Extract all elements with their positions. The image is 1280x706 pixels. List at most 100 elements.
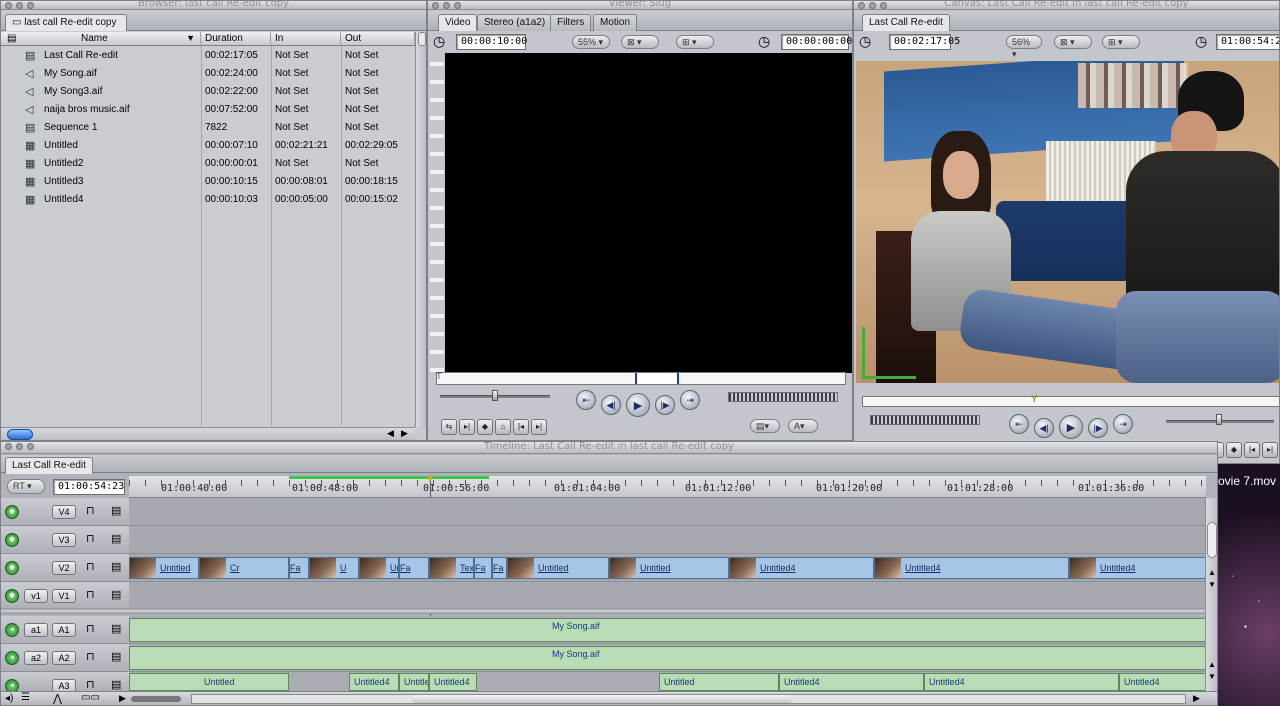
timeline-ruler[interactable]: 01:00:40:00 01:00:48:00 01:00:56:00 01:01:0…	[129, 476, 1206, 498]
canvas-prev-edit-button[interactable]: ⇤	[1009, 414, 1029, 434]
canvas-current-timecode[interactable]: 01:00:54:23	[1216, 34, 1279, 50]
browser-row[interactable]: ▤ Sequence 1 7822 Not Set Not Set	[1, 119, 413, 137]
track-content[interactable]	[129, 582, 1206, 610]
scroll-down-icon[interactable]: ▼	[1208, 672, 1216, 681]
lock-icon[interactable]: ⊓	[86, 650, 95, 663]
playhead-marker-icon[interactable]: ▼	[425, 474, 435, 485]
canvas-play-button[interactable]: ▶	[1059, 415, 1083, 439]
tab-filters[interactable]: Filters	[550, 14, 592, 31]
col-header-out[interactable]: Out	[341, 32, 415, 46]
viewer-in-button[interactable]: |◂	[513, 419, 529, 435]
viewer-current-timecode[interactable]: 00:00:00:00	[781, 34, 852, 50]
tab-video[interactable]: Video	[438, 14, 478, 31]
viewer-zoom-popup[interactable]: 55% ▾	[572, 35, 610, 49]
lock-icon[interactable]: ⊓	[86, 622, 95, 635]
viewer-play-button[interactable]: ▶	[626, 393, 650, 417]
canvas-titlebar[interactable]: Canvas: Last Call Re-edit in last call R…	[854, 1, 1279, 10]
dest-patch-v3[interactable]: V3	[52, 533, 76, 547]
auto-select-icon[interactable]: ▤	[111, 678, 121, 691]
dest-patch-v4[interactable]: V4	[52, 505, 76, 519]
timeline-vscroll[interactable]: ▲ ▼ ▲ ▼	[1205, 498, 1217, 693]
browser-row[interactable]: ▤ Last Call Re-edit 00:02:17:05 Not Set Not …	[1, 47, 413, 65]
canvas-shuttle-knob[interactable]	[1216, 414, 1222, 425]
timeline-titlebar[interactable]: Timeline: Last Call Re-edit in last call…	[1, 442, 1217, 454]
playhead-icon[interactable]: ⊤	[435, 371, 443, 382]
viewer-jog-wheel[interactable]	[728, 392, 838, 402]
scroll-right-icon[interactable]: ▶	[401, 428, 408, 439]
canvas-video-frame[interactable]	[856, 61, 1279, 383]
video-clip[interactable]: Un	[359, 557, 399, 579]
viewer-titlebar[interactable]: Viewer: Slug	[428, 1, 852, 10]
rt-popup[interactable]: RT ▾	[7, 479, 45, 494]
canvas-marker-button[interactable]: ◆	[1226, 442, 1242, 458]
auto-select-icon[interactable]: ▤	[111, 622, 121, 635]
viewer-marker-button[interactable]: ⌂	[495, 419, 511, 435]
track-height-icon[interactable]: ☰	[21, 692, 30, 703]
zoom-slider[interactable]	[131, 696, 181, 702]
video-clip[interactable]: Fa	[399, 557, 429, 579]
video-clip[interactable]: Fa	[492, 557, 507, 579]
canvas-step-forward-button[interactable]: |▶	[1088, 418, 1108, 438]
browser-row[interactable]: ▦ Untitled 00:00:07:10 00:02:21:21 00:02:29:…	[1, 137, 413, 155]
column-options-icon[interactable]: ▤	[7, 32, 16, 45]
zoom-left-icon[interactable]: ▶	[119, 693, 126, 704]
audio-clip[interactable]: Untitled	[659, 673, 779, 691]
audio-clip[interactable]: Untitle	[399, 673, 429, 691]
audio-clip[interactable]: Untitled4	[779, 673, 924, 691]
viewer-generator-popup[interactable]: ▤▾	[750, 419, 780, 433]
source-patch-v1[interactable]: v1	[24, 589, 48, 603]
scroll-up-icon[interactable]: ▲	[1208, 660, 1216, 669]
col-header-in[interactable]: In	[271, 32, 341, 46]
browser-row[interactable]: ◁ My Song3.aif 00:02:22:00 Not Set Not Set	[1, 83, 413, 101]
tab-project[interactable]: ▭ last call Re-edit copy	[5, 14, 127, 31]
viewer-shuttle-knob[interactable]	[492, 390, 498, 401]
video-clip[interactable]: Fa	[289, 557, 309, 579]
audio-clip[interactable]: My Song.aif	[129, 646, 1206, 670]
viewer-step-forward-button[interactable]: |▶	[655, 395, 675, 415]
audio-clip[interactable]: My Song.aif	[129, 618, 1206, 642]
auto-select-icon[interactable]: ▤	[111, 650, 121, 663]
canvas-view-popup[interactable]: ⊠ ▾	[1054, 35, 1092, 49]
view-toggle-button[interactable]	[7, 429, 33, 440]
canvas-duration-field[interactable]: 00:02:17:05	[889, 34, 960, 50]
canvas-zoom-popup[interactable]: 56% ▾	[1006, 35, 1042, 59]
viewer-duration-field[interactable]: 00:00:10:00	[456, 34, 527, 50]
tab-stereo[interactable]: Stereo (a1a2)	[477, 14, 553, 31]
auto-select-icon[interactable]: ▤	[111, 532, 121, 545]
dest-patch-a2[interactable]: A2	[52, 651, 76, 665]
browser-hscroll[interactable]: ◀ ▶	[1, 427, 415, 440]
track-visibility-icon[interactable]: ◉	[5, 505, 19, 519]
audio-clip[interactable]: Untitled4	[1119, 673, 1206, 691]
playhead-icon[interactable]: Y	[1031, 394, 1038, 405]
lock-icon[interactable]: ⊓	[86, 532, 95, 545]
scroll-thumb[interactable]	[418, 32, 426, 46]
viewer-mark-out-button[interactable]: ◆	[477, 419, 493, 435]
track-content[interactable]: Untitled Untitled4 Untitle Untitled4 Untitle…	[129, 672, 1206, 692]
track-content[interactable]: My Song.aif	[129, 616, 1206, 644]
dest-patch-v2[interactable]: V2	[52, 561, 76, 575]
hscroll-thumb[interactable]	[412, 695, 792, 703]
video-clip[interactable]: Untitled4	[1069, 557, 1206, 579]
viewer-match-frame-button[interactable]: ⇆	[441, 419, 457, 435]
lock-icon[interactable]: ⊓	[86, 678, 95, 691]
viewer-view-popup[interactable]: ⊠ ▾	[621, 35, 659, 49]
canvas-jog-wheel[interactable]	[870, 415, 980, 425]
video-clip[interactable]: Untitled	[507, 557, 609, 579]
audio-enable-icon[interactable]: ◂	[5, 623, 19, 637]
browser-vscroll[interactable]	[415, 32, 426, 427]
track-visibility-icon[interactable]: ◉	[5, 533, 19, 547]
video-clip[interactable]: Untitled	[129, 557, 199, 579]
viewer-next-edit-button[interactable]: ⇥	[680, 390, 700, 410]
browser-row[interactable]: ▦ Untitled4 00:00:10:03 00:00:05:00 00:00:15…	[1, 191, 413, 209]
auto-select-icon[interactable]: ▤	[111, 560, 121, 573]
browser-row[interactable]: ◁ My Song.aif 00:02:24:00 Not Set Not Set	[1, 65, 413, 83]
canvas-scrubber[interactable]: Y	[862, 394, 1279, 407]
audio-toggle-icon[interactable]: ◂)	[5, 693, 13, 704]
dest-patch-a1[interactable]: A1	[52, 623, 76, 637]
video-clip[interactable]: Cr	[199, 557, 289, 579]
video-clip[interactable]: U	[309, 557, 359, 579]
audio-clip[interactable]: Untitled4	[924, 673, 1119, 691]
canvas-in-button[interactable]: |◂	[1244, 442, 1260, 458]
lock-icon[interactable]: ⊓	[86, 560, 95, 573]
lock-icon[interactable]: ⊓	[86, 504, 95, 517]
